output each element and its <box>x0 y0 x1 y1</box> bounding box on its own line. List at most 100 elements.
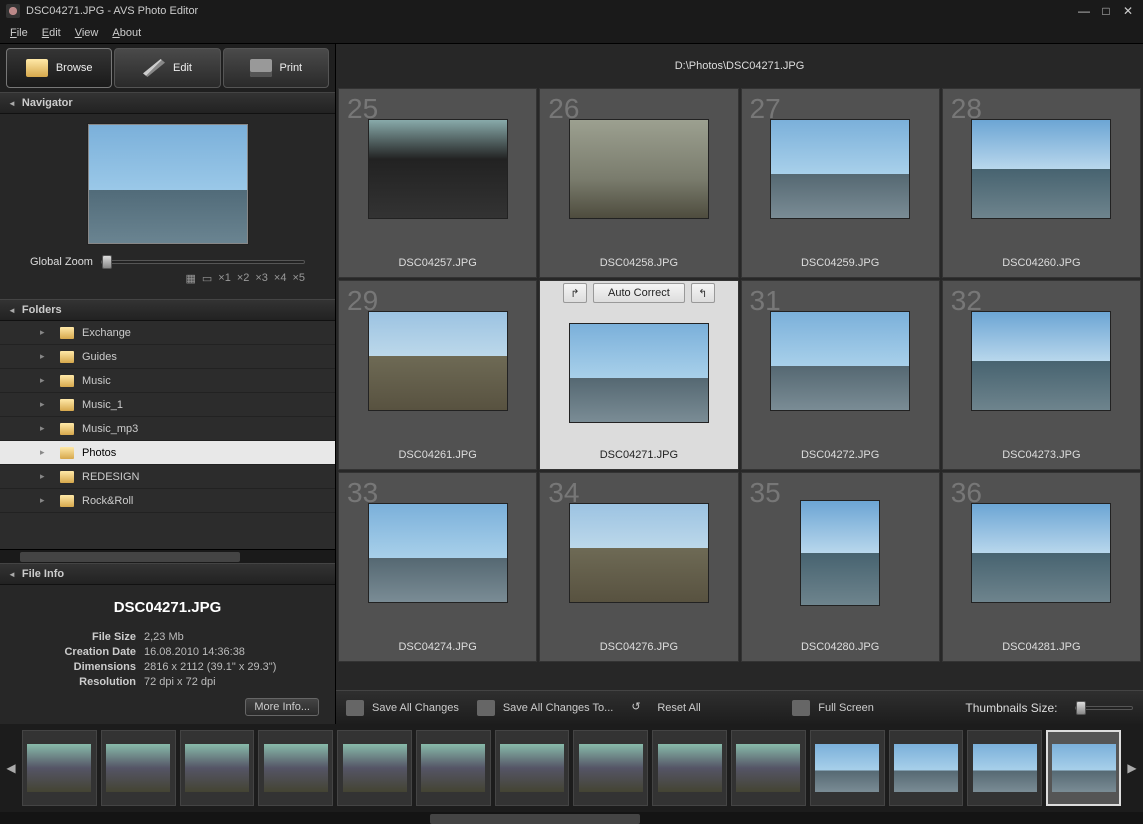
fi-val-dim: 2816 x 2112 (39.1" x 29.3") <box>144 660 319 675</box>
folders-header[interactable]: Folders <box>0 299 335 321</box>
filmstrip-thumb <box>106 744 170 792</box>
thumbnail-label: DSC04259.JPG <box>742 249 939 277</box>
reset-all-button[interactable]: ↺Reset All <box>631 700 700 716</box>
filmstrip-item[interactable] <box>495 730 570 806</box>
thumbnail-cell[interactable]: 32DSC04273.JPG <box>942 280 1141 470</box>
zoom-2x[interactable]: ×2 <box>237 272 250 285</box>
folder-row[interactable]: Music_1 <box>0 393 335 417</box>
thumbnail-cell[interactable]: 33DSC04274.JPG <box>338 472 537 662</box>
navigator-panel: Global Zoom ×1 ×2 ×3 ×4 ×5 <box>0 114 335 299</box>
menu-about[interactable]: About <box>112 27 141 39</box>
folder-row[interactable]: Photos <box>0 441 335 465</box>
edit-tab[interactable]: Edit <box>114 48 220 88</box>
folder-row[interactable]: Music_mp3 <box>0 417 335 441</box>
menu-view[interactable]: View <box>75 27 99 39</box>
zoom-3x[interactable]: ×3 <box>255 272 268 285</box>
folder-row[interactable]: REDESIGN <box>0 465 335 489</box>
folder-icon <box>60 399 74 411</box>
fi-label-size: File Size <box>16 630 136 645</box>
rotate-right-button[interactable]: ↱ <box>563 283 587 303</box>
menu-file[interactable]: File <box>10 27 28 39</box>
filmstrip-item[interactable] <box>967 730 1042 806</box>
filmstrip-item[interactable] <box>258 730 333 806</box>
fullscreen-button[interactable]: Full Screen <box>792 700 874 716</box>
folder-label: Exchange <box>82 327 131 339</box>
menu-edit[interactable]: Edit <box>42 27 61 39</box>
thumbsize-slider[interactable] <box>1075 706 1133 710</box>
folder-label: Rock&Roll <box>82 495 133 507</box>
close-button[interactable]: ✕ <box>1119 4 1137 18</box>
thumbnail-image <box>569 119 709 219</box>
folders-hscroll[interactable] <box>0 549 335 563</box>
thumbnail-cell[interactable]: ↱ Auto Correct ↰ DSC04271.JPG <box>539 280 738 470</box>
thumbnail-cell[interactable]: 26DSC04258.JPG <box>539 88 738 278</box>
filmstrip-item[interactable] <box>101 730 176 806</box>
window-title: DSC04271.JPG - AVS Photo Editor <box>26 5 198 17</box>
fileinfo-header[interactable]: File Info <box>0 563 335 585</box>
folder-icon <box>60 423 74 435</box>
reset-icon: ↺ <box>631 700 649 716</box>
thumbnail-cell[interactable]: 34DSC04276.JPG <box>539 472 738 662</box>
filmstrip-item[interactable] <box>573 730 648 806</box>
thumbnail-label: DSC04258.JPG <box>540 249 737 277</box>
folder-row[interactable]: Guides <box>0 345 335 369</box>
save-to-icon <box>477 700 495 716</box>
filmstrip-item[interactable] <box>337 730 412 806</box>
thumbnail-cell[interactable]: 25 DSC04257.JPG <box>338 88 537 278</box>
folder-row[interactable]: Rock&Roll <box>0 489 335 513</box>
thumbnail-cell[interactable]: 27 DSC04259.JPG <box>741 88 940 278</box>
filmstrip-item[interactable] <box>416 730 491 806</box>
app-icon <box>6 4 20 18</box>
save-icon <box>346 700 364 716</box>
maximize-button[interactable]: □ <box>1097 4 1115 18</box>
auto-correct-button[interactable]: Auto Correct <box>593 283 685 303</box>
navigator-preview[interactable] <box>88 124 248 244</box>
filmstrip-item[interactable] <box>731 730 806 806</box>
navigator-header[interactable]: Navigator <box>0 92 335 114</box>
thumbnail-label: DSC04276.JPG <box>540 633 737 661</box>
filmstrip-thumb <box>815 744 879 792</box>
thumbnail-cell[interactable]: 31DSC04272.JPG <box>741 280 940 470</box>
thumbnail-label: DSC04257.JPG <box>339 249 536 277</box>
print-tab[interactable]: Print <box>223 48 329 88</box>
filmstrip-item[interactable] <box>22 730 97 806</box>
filmstrip-item[interactable] <box>1046 730 1121 806</box>
printer-icon <box>250 59 272 77</box>
zoom-5x[interactable]: ×5 <box>292 272 305 285</box>
zoom-fit-icon[interactable] <box>202 272 212 285</box>
folder-icon <box>60 447 74 459</box>
zoom-4x[interactable]: ×4 <box>274 272 287 285</box>
thumbnail-cell[interactable]: 35DSC04280.JPG <box>741 472 940 662</box>
content-area: D:\Photos\DSC04271.JPG 25DSC04257.JPG26D… <box>336 44 1143 724</box>
thumbnail-grid: 25 DSC04257.JPG26DSC04258.JPG 27 DSC04259.J… <box>338 88 1141 662</box>
filmstrip-thumb <box>27 744 91 792</box>
filmstrip-item[interactable] <box>810 730 885 806</box>
cell-number: 27 <box>750 93 781 125</box>
minimize-button[interactable]: — <box>1075 4 1093 18</box>
folder-label: Photos <box>82 447 116 459</box>
more-info-button[interactable]: More Info... <box>245 698 319 716</box>
filmstrip-hscroll[interactable] <box>0 812 1143 824</box>
thumbnail-cell[interactable]: 29DSC04261.JPG <box>338 280 537 470</box>
save-all-button[interactable]: Save All Changes <box>346 700 459 716</box>
filmstrip-next[interactable]: ▶ <box>1125 733 1139 803</box>
rotate-left-button[interactable]: ↰ <box>691 283 715 303</box>
thumbnail-cell[interactable]: 28DSC04260.JPG <box>942 88 1141 278</box>
filmstrip-item[interactable] <box>180 730 255 806</box>
global-zoom-slider[interactable] <box>101 260 305 264</box>
save-all-to-button[interactable]: Save All Changes To... <box>477 700 613 716</box>
folder-row[interactable]: Exchange <box>0 321 335 345</box>
folder-row[interactable]: Music <box>0 369 335 393</box>
cell-number: 25 <box>347 93 378 125</box>
thumbnail-label: DSC04271.JPG <box>540 441 737 469</box>
filmstrip-prev[interactable]: ◀ <box>4 733 18 803</box>
cell-number: 32 <box>951 285 982 317</box>
filmstrip-item[interactable] <box>889 730 964 806</box>
browse-tab[interactable]: Browse <box>6 48 112 88</box>
zoom-grid-icon[interactable] <box>185 272 195 285</box>
global-zoom-label: Global Zoom <box>30 256 93 268</box>
fi-label-res: Resolution <box>16 675 136 690</box>
thumbnail-cell[interactable]: 36DSC04281.JPG <box>942 472 1141 662</box>
filmstrip-item[interactable] <box>652 730 727 806</box>
zoom-1x[interactable]: ×1 <box>218 272 231 285</box>
